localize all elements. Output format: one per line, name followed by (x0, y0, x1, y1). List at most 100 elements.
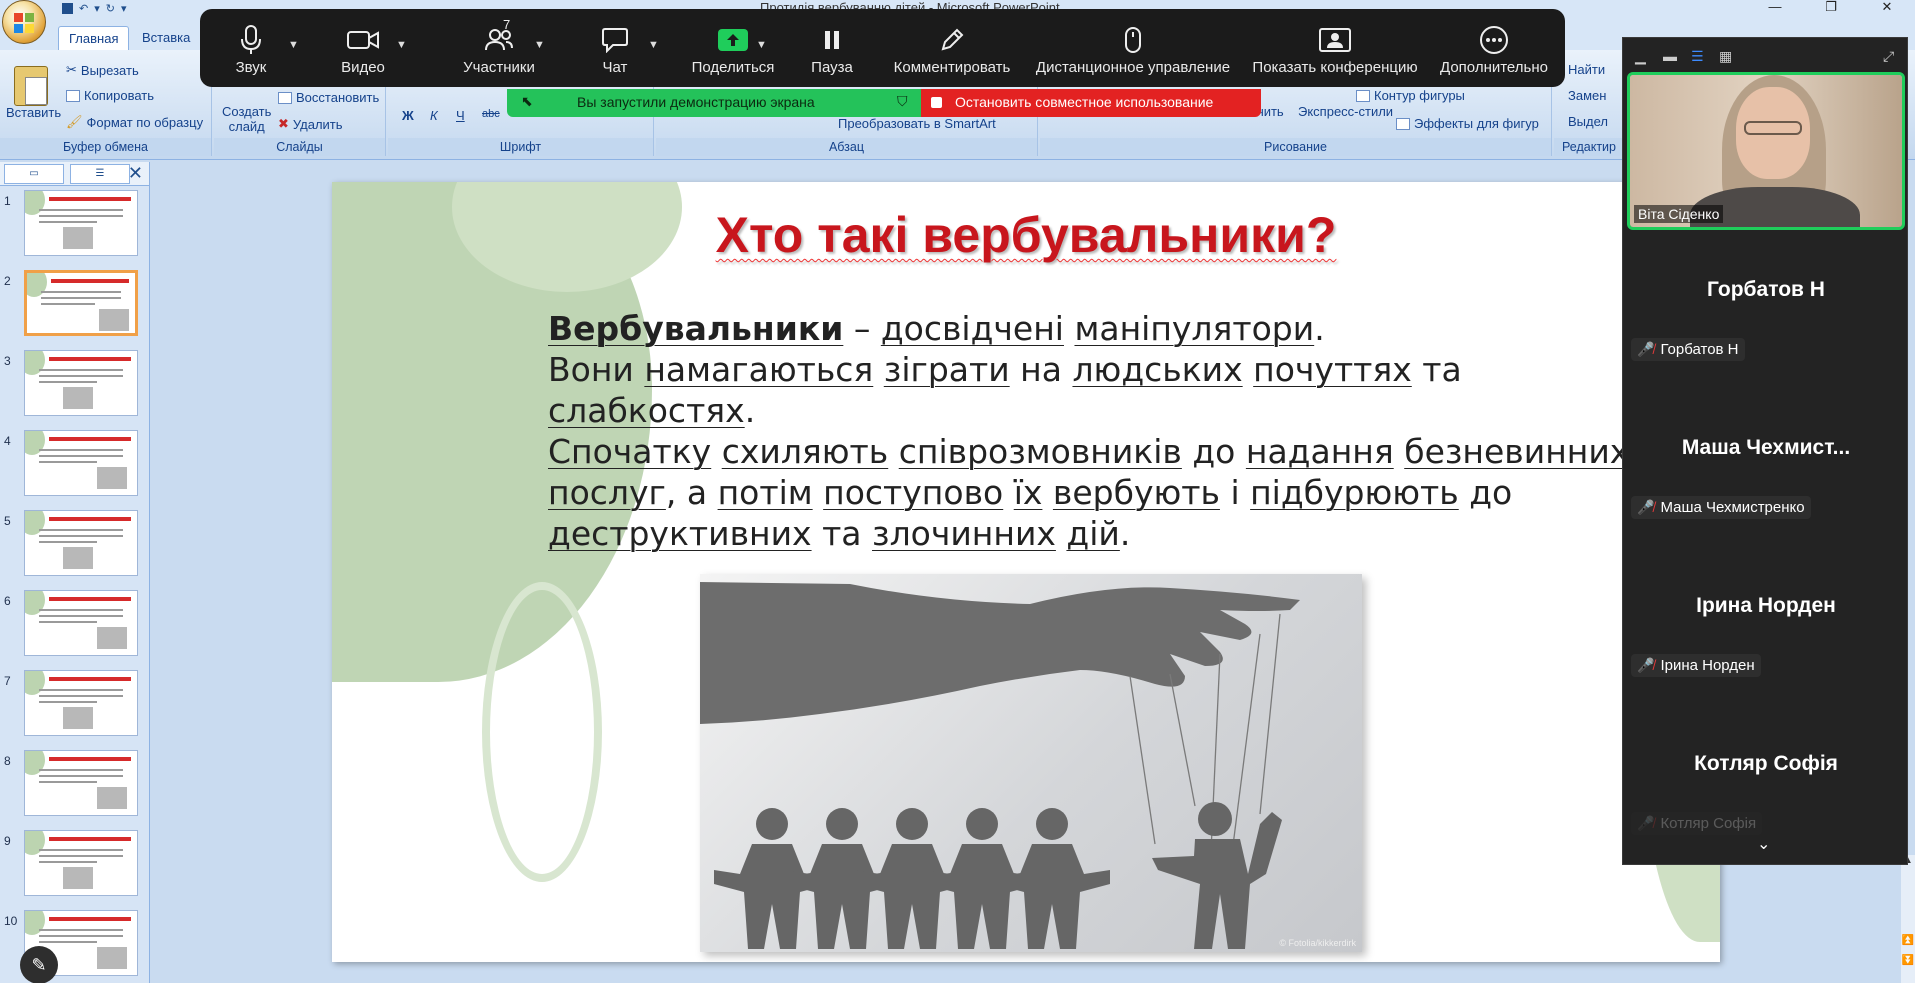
undo-icon[interactable]: ↶ (79, 2, 88, 15)
restore-icon[interactable]: ❐ (1803, 0, 1859, 16)
slide-body-text[interactable]: Вербувальники – досвідчені маніпулятори.… (548, 308, 1658, 554)
thumb-line (39, 689, 123, 691)
more-button[interactable]: Дополнительно (1436, 21, 1552, 87)
thumb-leaf (25, 831, 45, 855)
thumb-line (39, 929, 123, 931)
chat-button[interactable]: Чат (590, 21, 640, 87)
minimize-icon[interactable]: — (1747, 0, 1803, 16)
slide-number: 4 (4, 434, 11, 448)
italic-button[interactable]: К (430, 108, 438, 123)
save-icon[interactable] (62, 2, 73, 14)
tab-home[interactable]: Главная (58, 26, 130, 50)
next-slide-icon[interactable]: ⏬ (1901, 955, 1915, 975)
participant-tile[interactable]: Маша Чехмист... 🎤̸ Маша Чехмистренко (1623, 392, 1909, 550)
restore-slide-button[interactable]: Восстановить (278, 90, 379, 105)
expand-icon[interactable]: ⤢ (1883, 48, 1894, 65)
pause-share-button[interactable]: Пауза (804, 21, 860, 87)
remote-control-button[interactable]: Дистанционное управление (1030, 21, 1236, 87)
thumb-line (39, 541, 97, 543)
slide-thumbnail[interactable]: 8 (0, 748, 150, 820)
convert-smartart-button[interactable]: Преобразовать в SmartArt (838, 116, 996, 131)
slide-thumbnail[interactable]: 4 (0, 428, 150, 500)
muted-mic-icon: 🎤̸ (1637, 341, 1655, 357)
shape-outline-button[interactable]: Контур фигуры (1356, 88, 1465, 103)
shape-effects-button[interactable]: Эффекты для фигур (1396, 116, 1539, 131)
share-screen-button[interactable]: Поделиться (680, 21, 786, 87)
cut-button[interactable]: ✂ Вырезать (66, 62, 139, 78)
close-icon[interactable]: ✕ (128, 163, 143, 184)
chevron-down-icon[interactable]: ▾ (94, 2, 100, 15)
slide-thumbnail[interactable]: 9 (0, 828, 150, 900)
puppeteer-image[interactable]: © Fotolia/kikkerdirk (700, 574, 1362, 952)
thumb-image (63, 387, 93, 409)
format-painter-button[interactable]: 🖌 Формат по образцу (66, 114, 203, 130)
camera-icon (330, 21, 396, 59)
strikethrough-button[interactable]: abc (482, 108, 500, 120)
video-button[interactable]: Видео (330, 21, 396, 87)
slide-title[interactable]: Хто такі вербувальники? (332, 206, 1720, 264)
thumb-image (63, 547, 93, 569)
tab-insert[interactable]: Вставка (132, 26, 200, 50)
chevron-down-icon[interactable]: ▼ (534, 39, 545, 51)
scissors-icon: ✂ (66, 62, 77, 77)
pin-icon[interactable]: ⬉ (521, 93, 533, 110)
pencil-icon (888, 21, 1016, 59)
new-slide-button[interactable]: Создать слайд (222, 104, 271, 134)
shield-icon: ⛉ (897, 93, 908, 109)
bold-button[interactable]: Ж (402, 108, 414, 123)
copy-button[interactable]: Копировать (66, 88, 154, 103)
paste-icon[interactable] (14, 66, 48, 106)
strip-view-icon[interactable]: ☰ (1691, 48, 1704, 65)
select-button[interactable]: Выдел (1568, 114, 1608, 129)
slide-canvas[interactable]: Хто такі вербувальники? Вербувальники – … (332, 182, 1720, 962)
muted-mic-icon: 🎤̸ (1637, 815, 1655, 831)
restore-icon (278, 91, 292, 104)
find-button[interactable]: Найти (1568, 62, 1605, 77)
stop-share-button[interactable]: Остановить совместное использование (921, 89, 1261, 117)
participant-tile[interactable]: Горбатов Н 🎤̸ Горбатов Н (1623, 234, 1909, 392)
slide-number: 8 (4, 754, 11, 768)
delete-slide-button[interactable]: ✖ Удалить (278, 116, 343, 132)
show-meeting-icon (1246, 21, 1424, 59)
participant-tile[interactable]: Ірина Норден 🎤̸ Ірина Норден (1623, 550, 1909, 708)
chevron-down-icon[interactable]: ▼ (756, 39, 767, 51)
annotate-button[interactable]: Комментировать (888, 21, 1016, 87)
slide-thumbnail[interactable]: 3 (0, 348, 150, 420)
tab-slides-view[interactable]: ▭ (4, 163, 64, 184)
tab-outline-view[interactable]: ☰ (70, 163, 130, 184)
speaker-view-icon[interactable]: ▬ (1663, 48, 1677, 64)
minimize-icon[interactable]: ▁ (1635, 48, 1646, 65)
show-meeting-button[interactable]: Показать конференцию (1246, 21, 1424, 87)
thumb-title (49, 917, 131, 921)
audio-button[interactable]: Звук (222, 21, 280, 87)
close-icon[interactable]: ✕ (1859, 0, 1915, 16)
quick-styles-button[interactable]: Экспресс-стили (1298, 104, 1393, 119)
chevron-down-icon[interactable]: ⌄ (1757, 834, 1770, 854)
slide-thumbnail[interactable]: 6 (0, 588, 150, 660)
gallery-view-icon[interactable]: ▦ (1719, 48, 1732, 65)
underline-button[interactable]: Ч (456, 108, 465, 123)
window-controls: — ❐ ✕ (1747, 0, 1915, 16)
body-line-1: Вербувальники – досвідчені маніпулятори. (548, 309, 1325, 348)
office-button-icon[interactable] (2, 0, 46, 44)
chevron-down-icon[interactable]: ▼ (288, 39, 299, 51)
participants-button[interactable]: Участники (436, 21, 562, 87)
redo-icon[interactable]: ↻ (106, 2, 115, 15)
slide-thumbnail[interactable]: 5 (0, 508, 150, 580)
self-video-tile[interactable]: Віта Сіденко (1627, 72, 1905, 230)
slide-number: 3 (4, 354, 11, 368)
group-label-drawing: Рисование (1040, 138, 1551, 156)
paste-button[interactable]: Вставить (6, 105, 61, 120)
slide-thumbnail[interactable]: 2 (0, 268, 150, 340)
vertical-scrollbar[interactable]: ▲ ⏫ ⏬ (1901, 855, 1915, 983)
chevron-down-icon[interactable]: ▼ (396, 39, 407, 51)
prev-slide-icon[interactable]: ⏫ (1901, 935, 1915, 955)
decor-curve (482, 582, 602, 882)
slide-thumbnail[interactable]: 7 (0, 668, 150, 740)
chevron-down-icon[interactable]: ▼ (648, 39, 659, 51)
customize-icon[interactable]: ▾ (121, 2, 127, 15)
thumb-line (39, 209, 123, 211)
slide-thumbnail[interactable]: 1 (0, 188, 150, 260)
annotate-pencil-icon[interactable]: ✎ (20, 946, 58, 983)
replace-button[interactable]: Замен (1568, 88, 1606, 103)
